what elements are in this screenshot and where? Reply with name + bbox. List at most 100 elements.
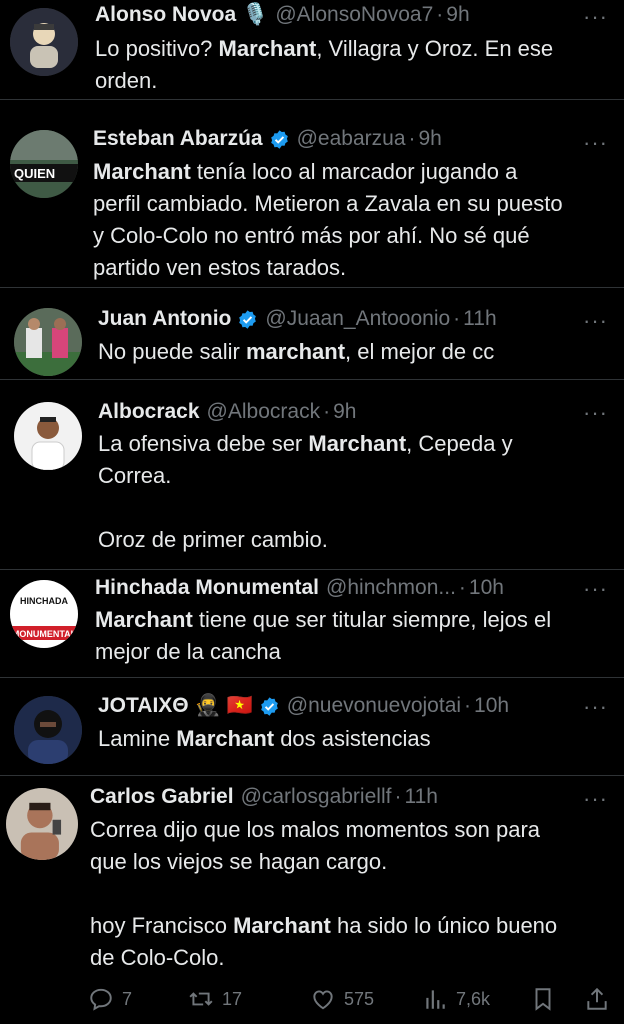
avatar[interactable] xyxy=(6,788,78,860)
timestamp[interactable]: 9h xyxy=(333,397,356,427)
views-count: 7,6k xyxy=(456,988,491,1009)
tweet-text-segment: No puede salir xyxy=(98,339,246,364)
share-icon xyxy=(587,987,607,1010)
timestamp[interactable]: 10h xyxy=(474,691,509,721)
highlighted-keyword: Marchant xyxy=(95,607,193,632)
reply-button[interactable]: 7 xyxy=(88,986,188,1012)
tweet-header: Esteban Abarzúa @eabarzua · 9h xyxy=(93,124,442,154)
username[interactable]: @eabarzua xyxy=(297,124,406,154)
tweet[interactable]: QUIEN Esteban Abarzúa @eabarzua · 9h ···… xyxy=(0,100,624,288)
tweet-text: No puede salir marchant, el mejor de cc xyxy=(98,336,494,368)
avatar[interactable]: HINCHADA MONUMENTAL xyxy=(10,580,78,648)
tweet-text-segment: La ofensiva debe ser xyxy=(98,431,309,456)
tweet-text: Marchant tiene que ser titular siempre, … xyxy=(95,604,551,668)
display-name[interactable]: Alonso Novoa xyxy=(95,0,236,30)
verified-badge-icon xyxy=(239,309,257,329)
timestamp[interactable]: 10h xyxy=(469,573,504,603)
display-name[interactable]: Hinchada Monumental xyxy=(95,573,319,603)
bookmark-button[interactable] xyxy=(530,986,584,1012)
tweet-header: Hinchada Monumental @hinchmon... · 10h xyxy=(95,573,504,603)
views-button[interactable]: 7,6k xyxy=(422,986,530,1012)
tweet-text: Marchant tenía loco al marcador jugando … xyxy=(93,156,563,284)
display-name[interactable]: Juan Antonio xyxy=(98,304,231,334)
tweet[interactable]: JOTAIXΘ 🥷 🇻🇳 @nuevonuevojotai · 10h ··· … xyxy=(0,678,624,776)
bookmark-icon xyxy=(535,988,551,1011)
verified-badge-icon xyxy=(270,129,288,149)
username[interactable]: @carlosgabriellf xyxy=(241,782,392,812)
tweet-text: Lamine Marchant dos asistencias xyxy=(98,723,431,755)
tweet[interactable]: Alonso Novoa 🎙️ @AlonsoNovoa7 · 9h ··· L… xyxy=(0,0,624,100)
tweet-header: Juan Antonio @Juaan_Antooonio · 11h xyxy=(98,304,497,334)
display-name[interactable]: Carlos Gabriel xyxy=(90,782,234,812)
views-icon xyxy=(426,990,445,1009)
separator: · xyxy=(408,127,416,150)
timestamp[interactable]: 11h xyxy=(404,782,437,812)
like-icon xyxy=(313,990,333,1010)
more-icon[interactable]: ··· xyxy=(583,788,608,810)
avatar-text: HINCHADA xyxy=(20,596,68,606)
tweet-text: La ofensiva debe ser Marchant, Cepeda y … xyxy=(98,428,513,556)
retweet-button[interactable]: 17 xyxy=(188,986,310,1012)
retweet-icon xyxy=(189,992,213,1006)
username[interactable]: @nuevonuevojotai xyxy=(287,691,461,721)
separator: · xyxy=(458,576,466,599)
username[interactable]: @Albocrack xyxy=(207,397,321,427)
tweet[interactable]: HINCHADA MONUMENTAL Hinchada Monumental @… xyxy=(0,570,624,678)
tweet-text: Correa dijo que los malos momentos son p… xyxy=(90,814,557,974)
like-button[interactable]: 575 xyxy=(310,986,422,1012)
more-icon[interactable]: ··· xyxy=(583,696,608,718)
more-icon[interactable]: ··· xyxy=(583,402,608,424)
avatar-text: MONUMENTAL xyxy=(12,629,77,639)
tweet-header: Albocrack @Albocrack · 9h xyxy=(98,397,356,427)
separator: · xyxy=(436,3,444,26)
tweet-actions: 7 17 575 7,6k xyxy=(88,982,618,1016)
timestamp[interactable]: 9h xyxy=(419,124,442,154)
avatar-text: QUIEN xyxy=(14,166,55,181)
separator: · xyxy=(394,785,402,808)
like-count: 575 xyxy=(344,988,375,1009)
separator: · xyxy=(464,694,472,717)
tweet[interactable]: Albocrack @Albocrack · 9h ··· La ofensiv… xyxy=(0,380,624,570)
highlighted-keyword: Marchant xyxy=(308,431,407,456)
highlighted-keyword: Marchant xyxy=(93,159,191,184)
display-name[interactable]: Esteban Abarzúa xyxy=(93,124,263,154)
timestamp[interactable]: 11h xyxy=(463,304,496,334)
tweet[interactable]: Juan Antonio @Juaan_Antooonio · 11h ··· … xyxy=(0,288,624,380)
display-name[interactable]: JOTAIXΘ xyxy=(98,691,189,721)
avatar[interactable] xyxy=(14,696,82,764)
tweet-text-segment: dos asistencias xyxy=(274,726,431,751)
username[interactable]: @Juaan_Antooonio xyxy=(265,304,450,334)
display-name[interactable]: Albocrack xyxy=(98,397,200,427)
avatar[interactable] xyxy=(14,402,82,470)
tweet-text: Lo positivo? Marchant, Villagra y Oroz. … xyxy=(95,33,553,97)
reply-count: 7 xyxy=(122,988,133,1009)
highlighted-keyword: Marchant xyxy=(233,913,331,938)
verified-badge-icon xyxy=(260,696,278,716)
tweet-text-segment: , el mejor de cc xyxy=(345,339,495,364)
ninja-flag-emoji: 🥷 🇻🇳 xyxy=(194,694,253,717)
reply-icon xyxy=(90,988,112,1011)
more-icon[interactable]: ··· xyxy=(583,310,608,332)
microphone-icon: 🎙️ xyxy=(242,3,269,26)
highlighted-keyword: Marchant xyxy=(218,36,317,61)
retweet-count: 17 xyxy=(222,988,243,1009)
separator: · xyxy=(453,307,461,330)
timestamp[interactable]: 9h xyxy=(446,0,469,30)
more-icon[interactable]: ··· xyxy=(583,6,608,28)
share-button[interactable] xyxy=(584,986,614,1012)
highlighted-keyword: Marchant xyxy=(176,726,275,751)
tweet-header: Alonso Novoa 🎙️ @AlonsoNovoa7 · 9h xyxy=(95,0,470,30)
tweet-header: Carlos Gabriel @carlosgabriellf · 11h xyxy=(90,782,438,812)
tweet-text-segment: Lamine xyxy=(98,726,177,751)
avatar[interactable] xyxy=(10,8,78,76)
avatar[interactable]: QUIEN xyxy=(10,130,78,198)
separator: · xyxy=(323,400,331,423)
username[interactable]: @AlonsoNovoa7 xyxy=(275,0,433,30)
username[interactable]: @hinchmon... xyxy=(326,573,456,603)
tweet-text-segment: Lo positivo? xyxy=(95,36,219,61)
highlighted-keyword: marchant xyxy=(245,339,346,364)
more-icon[interactable]: ··· xyxy=(583,132,608,154)
more-icon[interactable]: ··· xyxy=(583,578,608,600)
avatar[interactable] xyxy=(14,308,82,376)
tweet-header: JOTAIXΘ 🥷 🇻🇳 @nuevonuevojotai · 10h xyxy=(98,691,509,721)
